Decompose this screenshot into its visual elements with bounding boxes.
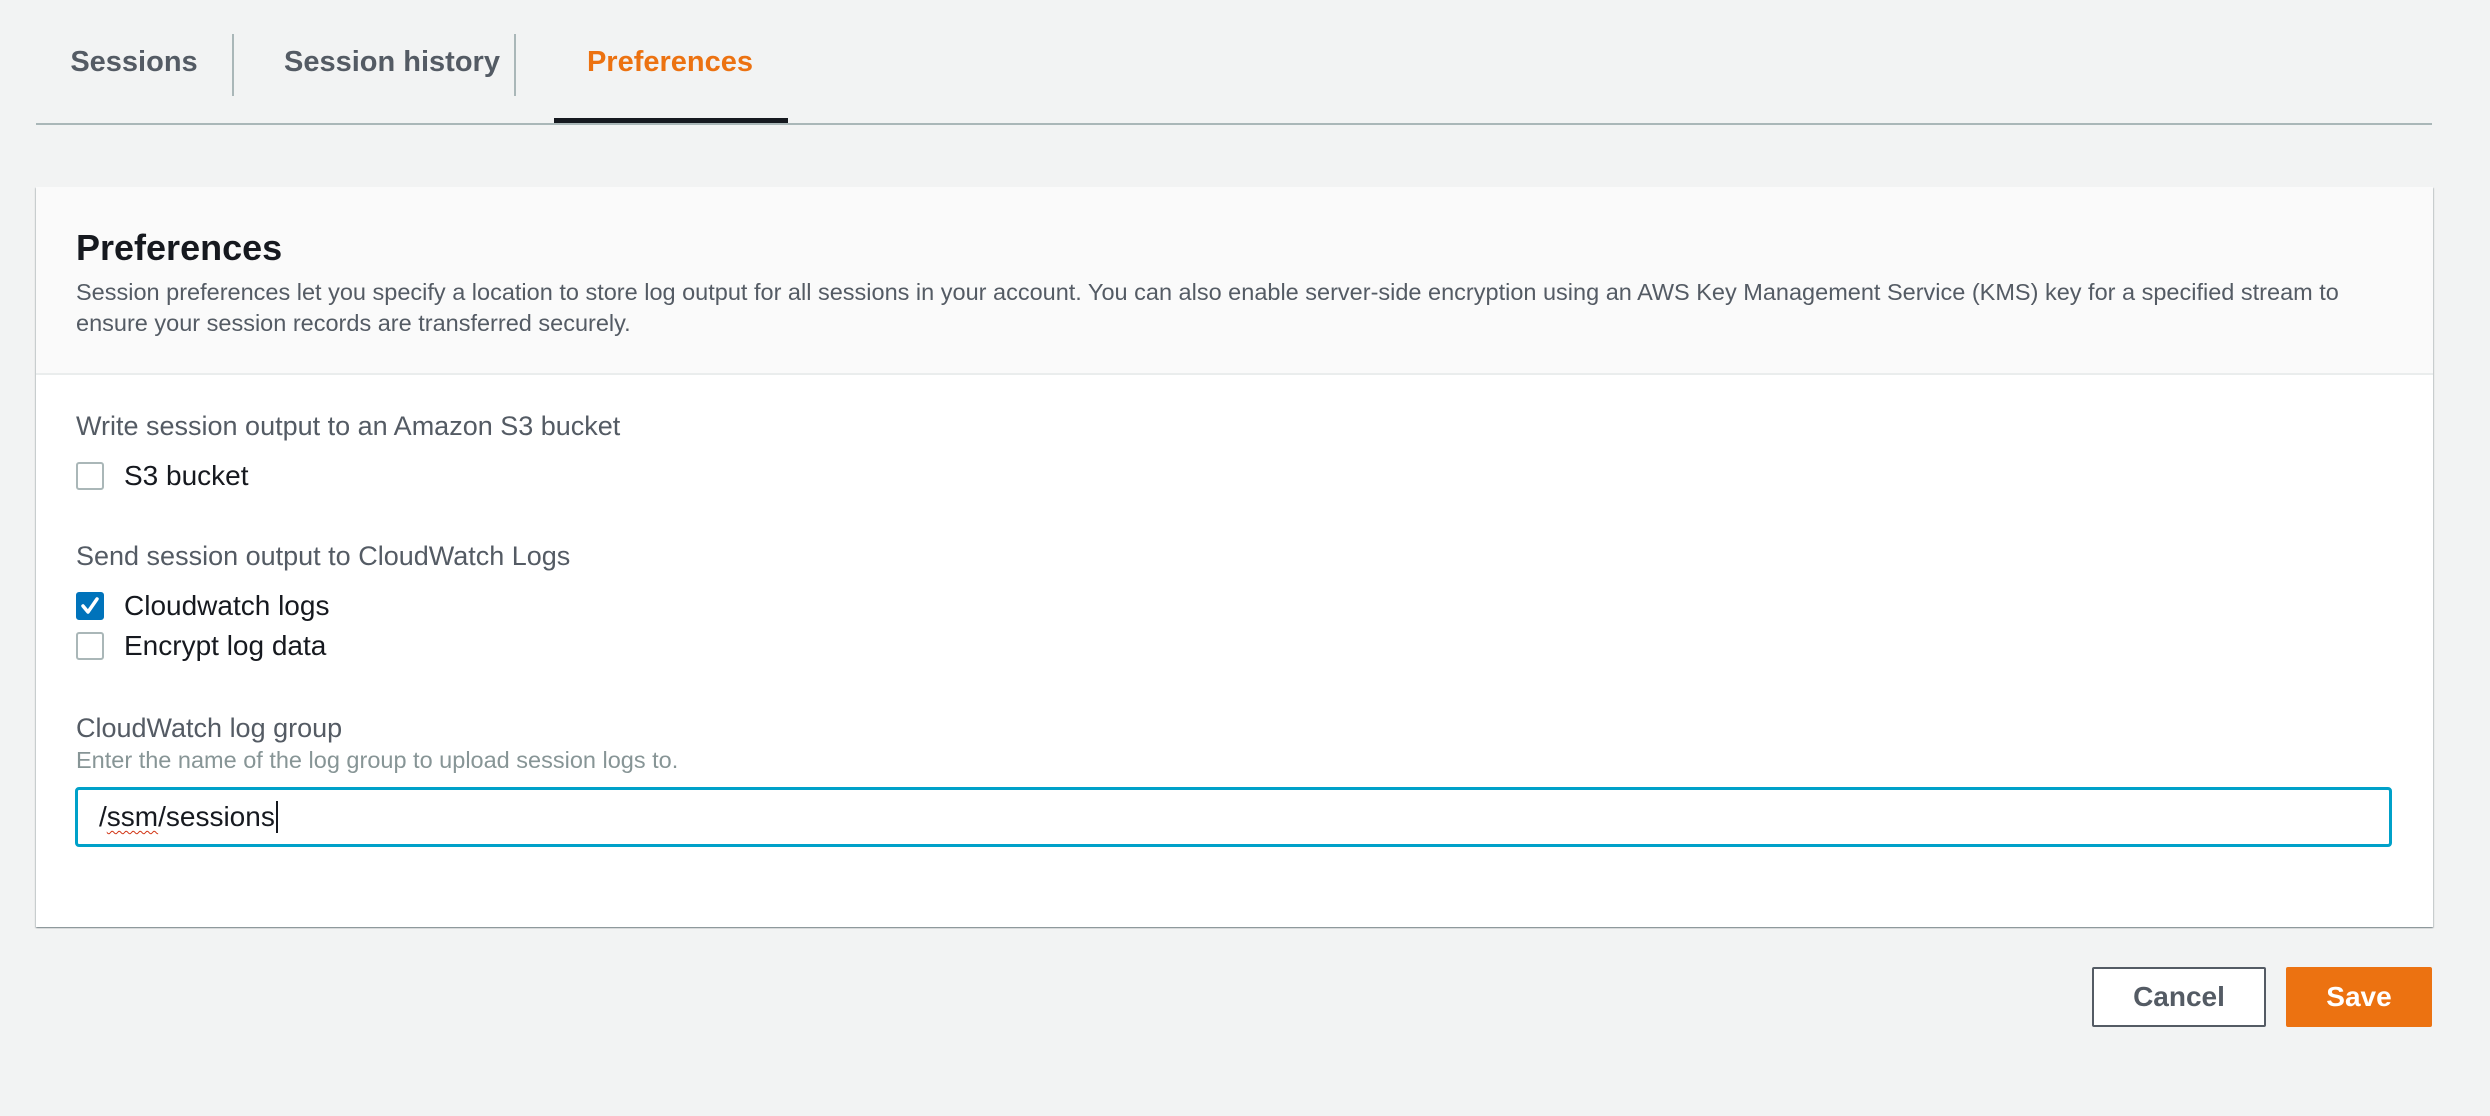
input-value-suffix: /sessions (158, 801, 275, 832)
tab-bar: Sessions Session history Preferences (36, 0, 2432, 125)
tab-preferences[interactable]: Preferences (516, 0, 824, 124)
cloudwatch-logs-label: Cloudwatch logs (124, 590, 330, 621)
tab-sessions[interactable]: Sessions (36, 0, 232, 124)
panel-title: Preferences (76, 227, 283, 268)
cloudwatch-logs-checkbox[interactable] (76, 592, 104, 620)
s3-bucket-checkbox[interactable] (76, 462, 104, 490)
input-value-prefix: / (99, 801, 107, 832)
log-group-hint: Enter the name of the log group to uploa… (76, 747, 679, 773)
input-value-misspelled: ssm (106, 801, 159, 832)
cloudwatch-logs-option[interactable]: Cloudwatch logs (76, 589, 329, 623)
encrypt-log-data-option[interactable]: Encrypt log data (76, 629, 326, 663)
checkmark-icon (81, 597, 99, 614)
preferences-panel: Preferences Session preferences let you … (36, 187, 2433, 927)
text-caret (275, 801, 278, 833)
panel-header: Preferences Session preferences let you … (36, 187, 2433, 375)
save-button[interactable]: Save (2286, 967, 2432, 1027)
encrypt-log-data-label: Encrypt log data (124, 630, 327, 661)
s3-section-label: Write session output to an Amazon S3 buc… (76, 411, 621, 441)
cancel-button[interactable]: Cancel (2092, 967, 2266, 1027)
s3-bucket-option[interactable]: S3 bucket (76, 459, 249, 493)
tab-session-history[interactable]: Session history (234, 0, 550, 124)
panel-description: Session preferences let you specify a lo… (76, 279, 2339, 336)
encrypt-log-data-checkbox[interactable] (76, 632, 104, 660)
active-tab-indicator (554, 118, 788, 123)
log-group-label: CloudWatch log group (76, 713, 343, 743)
cloudwatch-section-label: Send session output to CloudWatch Logs (76, 541, 571, 571)
s3-bucket-label: S3 bucket (124, 460, 249, 491)
log-group-input[interactable]: / ssm/sessions (75, 787, 2392, 847)
